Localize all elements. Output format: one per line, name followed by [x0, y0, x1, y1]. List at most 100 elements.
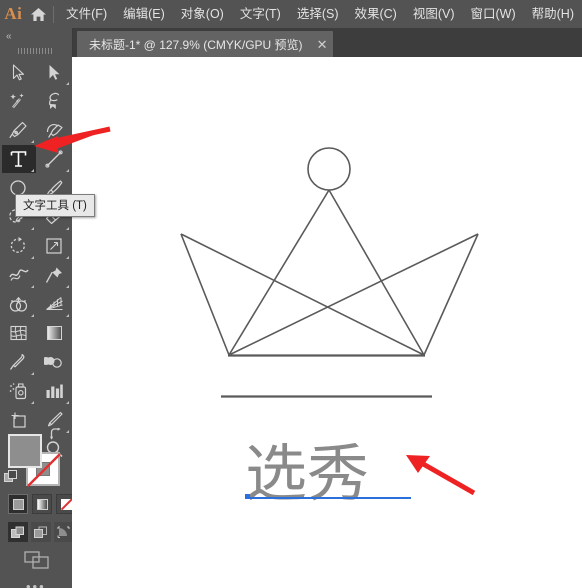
scale-tool[interactable]	[38, 232, 72, 260]
perspective-grid-tool[interactable]	[38, 290, 72, 318]
blend-tool[interactable]	[38, 348, 72, 376]
width-warp-icon	[9, 269, 29, 281]
default-fill-stroke-icon[interactable]	[4, 470, 18, 484]
tool-group-corner	[66, 82, 69, 85]
magic-wand-icon	[10, 93, 24, 109]
direct-selection-tool[interactable]	[38, 58, 72, 86]
document-tab-bar: 未标题-1* @ 127.9% (CMYK/GPU 预览) ✕	[72, 28, 582, 57]
color-mode-row	[8, 494, 80, 514]
text-insertion-anchor[interactable]	[245, 494, 250, 499]
curvature-icon	[46, 124, 63, 138]
menu-select[interactable]: 选择(S)	[289, 0, 347, 28]
menu-items: 文件(F) 编辑(E) 对象(O) 文字(T) 选择(S) 效果(C) 视图(V…	[58, 0, 582, 28]
tool-group-corner	[66, 314, 69, 317]
shape-builder-icon	[9, 296, 27, 312]
text-object[interactable]: 选秀	[245, 443, 369, 505]
draw-inside-icon	[57, 526, 70, 538]
none-swatch-icon	[60, 498, 72, 510]
ai-logo: Ai	[4, 4, 23, 23]
document-tab-title: 未标题-1* @ 127.9% (CMYK/GPU 预览)	[89, 37, 303, 52]
draw-behind-icon	[34, 526, 47, 538]
tool-group-corner	[30, 140, 34, 143]
blend-icon	[44, 357, 63, 368]
width-tool[interactable]	[2, 261, 36, 289]
crown-stroke-4	[423, 233, 479, 356]
line-segment-tool[interactable]	[38, 145, 72, 173]
text-baseline	[245, 497, 411, 499]
tool-grid	[0, 58, 72, 464]
menu-window[interactable]: 窗口(W)	[463, 0, 524, 28]
symbol-sprayer-tool[interactable]	[2, 377, 36, 405]
menu-type[interactable]: 文字(T)	[232, 0, 289, 28]
menu-help[interactable]: 帮助(H)	[524, 0, 582, 28]
eyedropper-tool[interactable]	[2, 348, 36, 376]
rotate-tool[interactable]	[2, 232, 36, 260]
close-icon[interactable]: ✕	[317, 38, 328, 51]
draw-normal-button[interactable]	[8, 522, 28, 542]
tool-group-corner	[30, 372, 34, 375]
swap-fill-stroke-icon[interactable]	[49, 427, 62, 441]
gradient-tool[interactable]	[38, 319, 72, 347]
selection-tool[interactable]	[2, 58, 36, 86]
curvature-tool[interactable]	[38, 116, 72, 144]
home-icon[interactable]	[27, 0, 51, 28]
tool-group-corner	[66, 227, 69, 230]
tool-row	[0, 116, 72, 145]
gradient-icon	[46, 326, 62, 340]
menu-edit[interactable]: 编辑(E)	[115, 0, 173, 28]
lasso-icon	[48, 92, 59, 109]
bar-chart-icon	[46, 384, 63, 398]
draw-mode-row	[8, 522, 77, 542]
solid-color-icon	[12, 498, 24, 510]
symbol-sprayer-icon	[9, 383, 26, 400]
tool-row	[0, 261, 72, 290]
tool-group-corner	[66, 256, 69, 259]
tool-row	[0, 145, 72, 174]
crown-stroke-1	[180, 233, 425, 356]
tool-row	[0, 232, 72, 261]
menu-effect[interactable]: 效果(C)	[346, 0, 404, 28]
menu-view[interactable]: 视图(V)	[405, 0, 463, 28]
line-segment-icon	[45, 150, 63, 168]
tool-group-corner	[30, 256, 34, 259]
draw-behind-button[interactable]	[31, 522, 51, 542]
column-graph-tool[interactable]	[38, 377, 72, 405]
mesh-icon	[10, 325, 27, 341]
mesh-tool[interactable]	[2, 319, 36, 347]
document-tab[interactable]: 未标题-1* @ 127.9% (CMYK/GPU 预览) ✕	[77, 31, 334, 57]
filled-arrow-cursor-icon	[49, 64, 60, 80]
shape-builder-tool[interactable]	[2, 290, 36, 318]
edit-toolbar-button[interactable]: •••	[26, 580, 46, 588]
draw-inside-button[interactable]	[54, 522, 74, 542]
change-screen-mode-button[interactable]	[24, 550, 50, 570]
tool-group-corner	[30, 169, 34, 172]
pen-tool[interactable]	[2, 116, 36, 144]
type-tool[interactable]	[2, 145, 36, 173]
crown-paths	[180, 147, 479, 357]
tool-group-corner	[66, 401, 69, 404]
magic-wand-tool[interactable]	[2, 87, 36, 115]
gradient-swatch-icon	[36, 498, 48, 510]
color-controls: •••	[0, 410, 76, 588]
menu-file[interactable]: 文件(F)	[58, 0, 115, 28]
fill-swatch[interactable]	[8, 434, 42, 468]
artboard-canvas[interactable]: 选秀	[72, 57, 582, 588]
tool-row	[0, 87, 72, 116]
collapse-panel-icon[interactable]: «	[6, 31, 26, 43]
menu-object[interactable]: 对象(O)	[173, 0, 232, 28]
free-transform-tool[interactable]	[38, 261, 72, 289]
tool-row	[0, 290, 72, 319]
pen-nib-icon	[9, 121, 27, 139]
tool-group-corner	[30, 227, 34, 230]
tool-row	[0, 377, 72, 406]
tool-row	[0, 319, 72, 348]
default-fill-stroke-svg	[4, 470, 17, 482]
lasso-tool[interactable]	[38, 87, 72, 115]
tool-group-corner	[30, 314, 34, 317]
crown-circle	[307, 147, 351, 191]
color-mode-button[interactable]	[8, 494, 28, 514]
panel-drag-grip[interactable]	[18, 48, 52, 54]
pushpin-icon	[45, 267, 62, 283]
gradient-mode-button[interactable]	[32, 494, 52, 514]
menubar-divider	[53, 5, 55, 23]
